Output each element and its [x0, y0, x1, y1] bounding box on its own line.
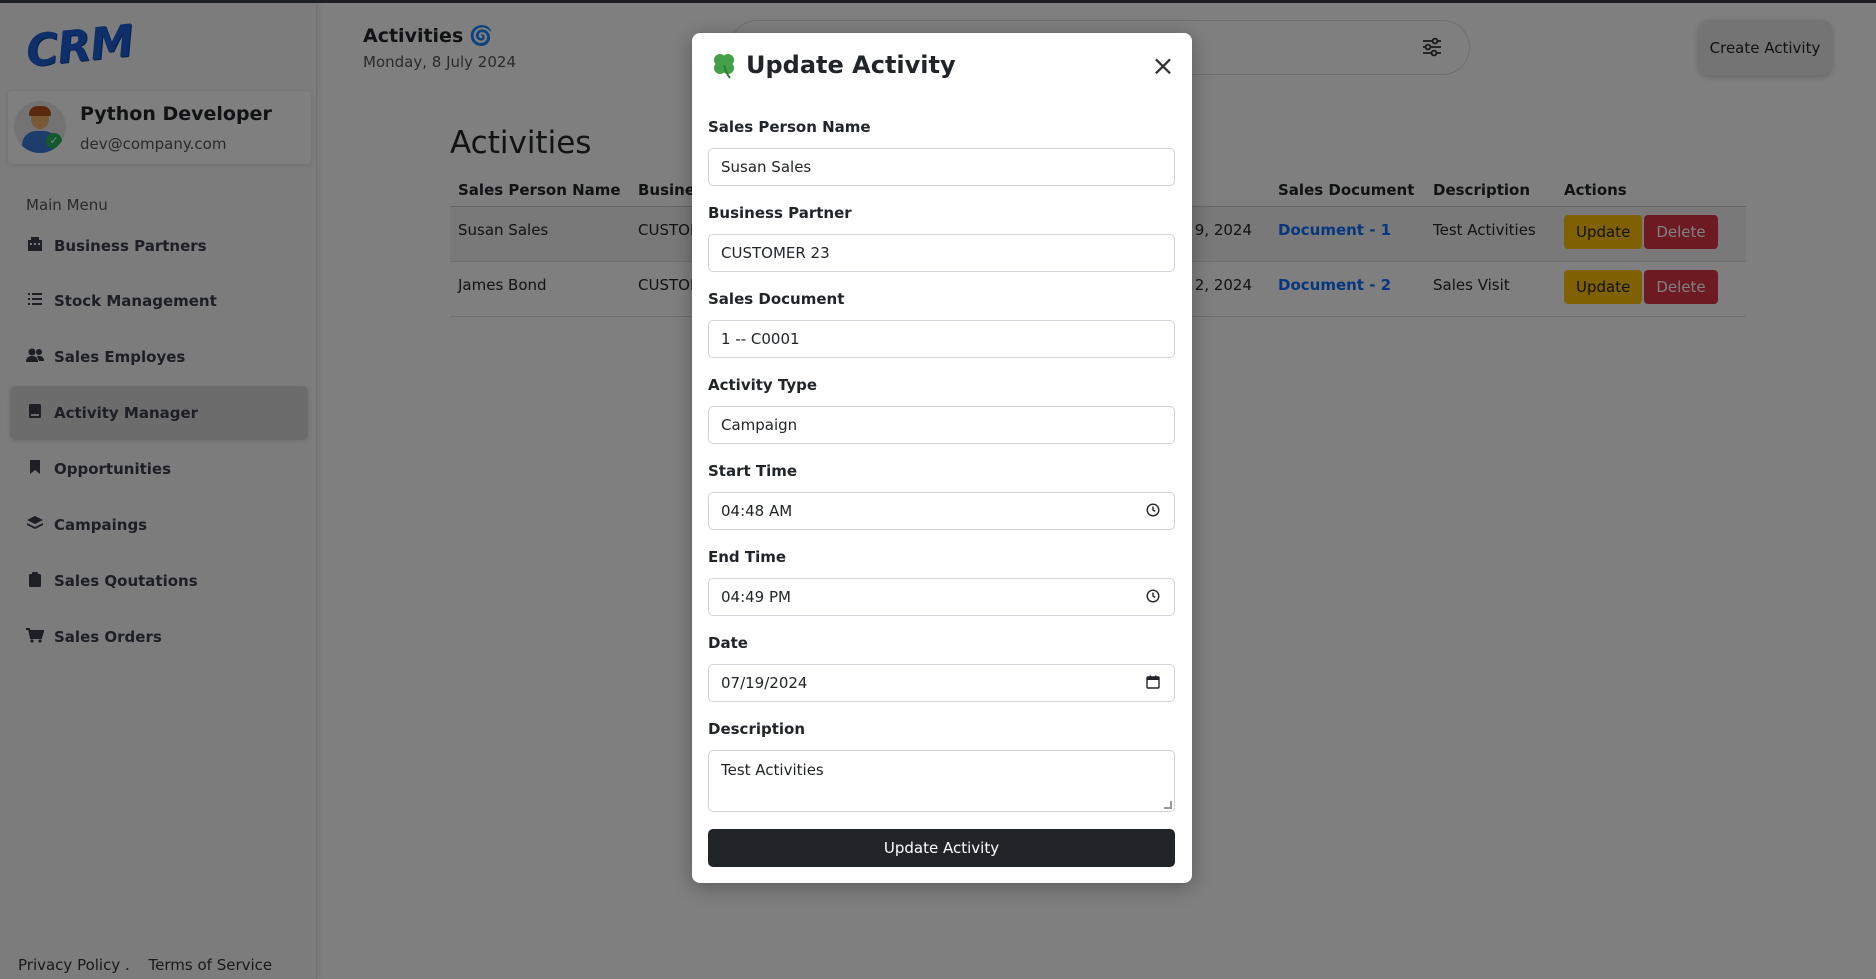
clock-icon[interactable] — [1146, 503, 1160, 521]
business-partner-input[interactable]: CUSTOMER 23 — [708, 234, 1175, 272]
update-activity-button[interactable]: Update Activity — [708, 829, 1175, 867]
close-icon[interactable]: × — [1148, 51, 1178, 81]
business-partner-value: CUSTOMER 23 — [721, 244, 830, 262]
end-time-value: 04:49 PM — [721, 588, 791, 606]
date-input[interactable]: 07/19/2024 — [708, 664, 1175, 702]
sales-person-input[interactable]: Susan Sales — [708, 148, 1175, 186]
clock-icon[interactable] — [1146, 589, 1160, 607]
resize-handle-icon[interactable] — [1164, 801, 1172, 809]
four-leaf-clover-icon — [710, 51, 738, 79]
sales-document-input[interactable]: 1 -- C0001 — [708, 320, 1175, 358]
activity-type-label: Activity Type — [708, 376, 818, 394]
sales-person-value: Susan Sales — [721, 158, 812, 176]
start-time-value: 04:48 AM — [721, 502, 793, 520]
sales-document-value: 1 -- C0001 — [721, 330, 800, 348]
start-time-input[interactable]: 04:48 AM — [708, 492, 1175, 530]
modal-title: Update Activity — [710, 51, 956, 79]
modal-title-text: Update Activity — [746, 51, 956, 79]
sales-document-label: Sales Document — [708, 290, 845, 308]
date-label: Date — [708, 634, 748, 652]
date-value: 07/19/2024 — [721, 674, 808, 692]
business-partner-label: Business Partner — [708, 204, 852, 222]
description-label: Description — [708, 720, 806, 738]
end-time-input[interactable]: 04:49 PM — [708, 578, 1175, 616]
description-value: Test Activities — [721, 761, 824, 779]
sales-person-label: Sales Person Name — [708, 118, 871, 136]
calendar-icon[interactable] — [1146, 675, 1160, 693]
update-activity-modal: Update Activity × Sales Person Name Susa… — [692, 33, 1192, 883]
start-time-label: Start Time — [708, 462, 798, 480]
end-time-label: End Time — [708, 548, 787, 566]
description-textarea[interactable]: Test Activities — [708, 750, 1175, 812]
activity-type-value: Campaign — [721, 416, 798, 434]
activity-type-input[interactable]: Campaign — [708, 406, 1175, 444]
